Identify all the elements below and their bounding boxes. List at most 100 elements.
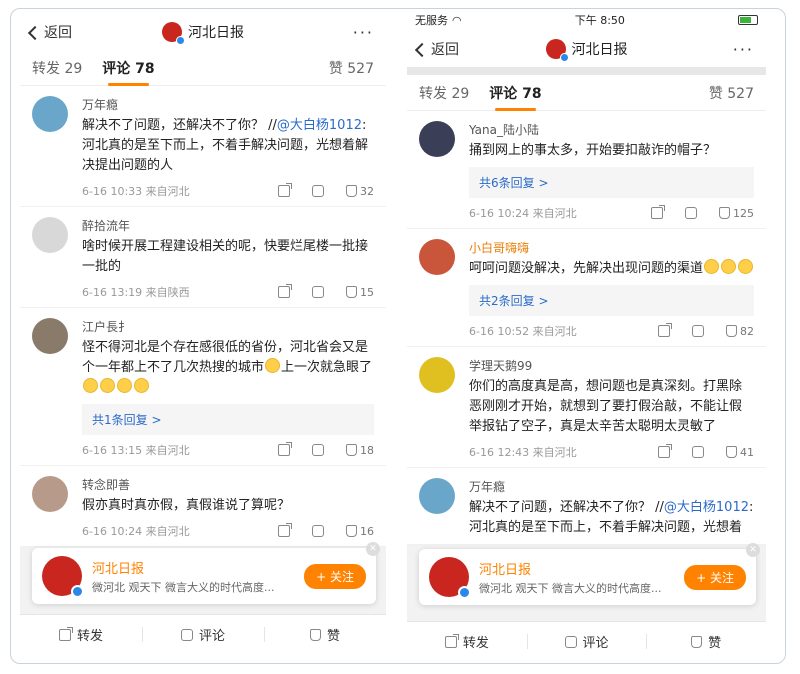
repost-button[interactable]: 转发 bbox=[407, 632, 527, 651]
commenter-name[interactable]: 万年瘾 bbox=[82, 96, 374, 113]
close-icon[interactable]: ✕ bbox=[366, 542, 380, 556]
commenter-name[interactable]: 小白哥嗨嗨 bbox=[469, 239, 754, 256]
follow-button[interactable]: + 关注 bbox=[304, 563, 366, 589]
comment-body: 江户長扌 怪不得河北是个存在感很低的省份，河北省会又是个一年都上不了几次热搜的城市… bbox=[82, 318, 374, 459]
comment-text: 假亦真时真亦假，真假谁说了算呢？ bbox=[82, 498, 291, 513]
avatar[interactable] bbox=[419, 478, 455, 514]
divider bbox=[407, 67, 766, 75]
tab-likes[interactable]: 赞 527 bbox=[329, 58, 374, 78]
like-count-button[interactable]: 125 bbox=[719, 207, 754, 220]
comment-icon[interactable] bbox=[692, 446, 704, 458]
commenter-name[interactable]: 学理天鹅99 bbox=[469, 357, 754, 374]
back-button[interactable]: 返回 bbox=[27, 22, 72, 42]
tab-repost[interactable]: 转发 29 bbox=[32, 58, 82, 78]
comment-text: 解决不了问题，还解决不了你？ //@大白杨1012:河北真的是至下而上，不着手解… bbox=[82, 118, 369, 173]
thumbs-up-icon bbox=[346, 525, 357, 537]
commenter-name[interactable]: 江户長扌 bbox=[82, 318, 374, 335]
like-button[interactable]: 赞 bbox=[264, 625, 386, 644]
like-count-button[interactable]: 32 bbox=[346, 185, 374, 198]
tab-repost[interactable]: 转发 29 bbox=[419, 83, 469, 103]
avatar[interactable] bbox=[32, 476, 68, 512]
promo-description: 微河北 观天下 微言大义的时代高度... bbox=[92, 580, 275, 594]
tab-likes[interactable]: 赞 527 bbox=[709, 83, 754, 103]
replies-link[interactable]: 共6条回复 > bbox=[469, 167, 754, 198]
title-text: 河北日报 bbox=[188, 25, 244, 41]
comment-icon bbox=[564, 635, 577, 648]
promo-account-name: 河北日报 bbox=[479, 562, 532, 578]
comment-button[interactable]: 评论 bbox=[142, 625, 264, 644]
avatar[interactable] bbox=[419, 239, 455, 275]
like-count-button[interactable]: 18 bbox=[346, 444, 374, 457]
share-icon[interactable] bbox=[278, 523, 292, 537]
share-icon[interactable] bbox=[278, 442, 292, 456]
comment-timestamp: 6-16 13:19 来自陕西 bbox=[82, 286, 190, 299]
comment-actions: 125 bbox=[651, 205, 754, 220]
like-count-button[interactable]: 41 bbox=[726, 446, 754, 459]
comment-item: 学理天鹅99 你们的高度真是高，想问题也是真深刻。打黑除恶刚刚才开始，就想到了要打… bbox=[407, 347, 766, 468]
thumbs-up-icon bbox=[309, 628, 321, 641]
comment-icon[interactable] bbox=[692, 325, 704, 337]
repost-label: 转发 bbox=[76, 629, 103, 644]
mention-link[interactable]: @大白杨1012 bbox=[277, 118, 362, 133]
back-label: 返回 bbox=[44, 25, 72, 41]
thumbs-up-icon bbox=[726, 446, 737, 458]
repost-button[interactable]: 转发 bbox=[20, 625, 142, 644]
top-nav-bar: 返回 河北日报 ··· bbox=[407, 31, 766, 67]
comment-timestamp: 6-16 10:33 来自河北 bbox=[82, 185, 190, 198]
like-count: 18 bbox=[360, 443, 374, 457]
verified-icon bbox=[559, 53, 569, 62]
mention-link[interactable]: @大白杨1012 bbox=[664, 500, 749, 515]
bottom-action-bar: 转发 评论 赞 bbox=[407, 621, 766, 661]
promo-logo bbox=[42, 556, 84, 598]
avatar[interactable] bbox=[32, 96, 68, 132]
comment-text: 呵呵问题没解决，先解决出现问题的渠道 bbox=[469, 259, 754, 279]
avatar[interactable] bbox=[419, 121, 455, 157]
like-count-button[interactable]: 16 bbox=[346, 525, 374, 538]
comment-actions: 15 bbox=[278, 284, 374, 299]
share-icon[interactable] bbox=[278, 183, 292, 197]
comment-body: Yana_陆小陆 捅到网上的事太多，开始要扣敲诈的帽子？ 共6条回复 > 6-16 1… bbox=[469, 121, 754, 222]
comment-body: 小白哥嗨嗨呵呵问题没解决，先解决出现问题的渠道共2条回复 > 6-16 10:52… bbox=[469, 239, 754, 340]
commenter-name[interactable]: 转念即善 bbox=[82, 476, 374, 493]
comment-icon[interactable] bbox=[312, 525, 324, 537]
like-count: 32 bbox=[360, 184, 374, 198]
avatar[interactable] bbox=[32, 217, 68, 253]
comment-actions: 41 bbox=[658, 444, 754, 459]
avatar[interactable] bbox=[419, 357, 455, 393]
comment-timestamp: 6-16 13:15 来自河北 bbox=[82, 444, 190, 457]
verified-icon bbox=[176, 36, 185, 45]
like-count-button[interactable]: 82 bbox=[726, 325, 754, 338]
follow-button[interactable]: + 关注 bbox=[684, 564, 746, 590]
comment-meta: 6-16 10:52 来自河北 82 bbox=[469, 322, 754, 340]
comment-actions: 82 bbox=[658, 323, 754, 338]
like-count-button[interactable]: 15 bbox=[346, 286, 374, 299]
comment-button[interactable]: 评论 bbox=[526, 632, 647, 651]
comment-text: 啥时候开展工程建设相关的呢，快要烂尾楼一批接一批的 bbox=[82, 239, 369, 274]
share-icon[interactable] bbox=[651, 205, 665, 219]
comment-icon[interactable] bbox=[685, 207, 697, 219]
commenter-name[interactable]: 醉拾流年 bbox=[82, 217, 374, 234]
comment-item: 小白哥嗨嗨呵呵问题没解决，先解决出现问题的渠道共2条回复 > 6-16 10:52… bbox=[407, 229, 766, 347]
comment-meta: 6-16 10:33 来自河北 32 bbox=[82, 182, 374, 200]
like-button[interactable]: 赞 bbox=[646, 632, 766, 651]
commenter-name[interactable]: 万年瘾 bbox=[469, 478, 754, 495]
share-icon[interactable] bbox=[658, 323, 672, 337]
like-count: 82 bbox=[740, 324, 754, 338]
comment-icon[interactable] bbox=[312, 444, 324, 456]
avatar[interactable] bbox=[32, 318, 68, 354]
replies-link[interactable]: 共1条回复 > bbox=[82, 404, 374, 435]
comment-icon[interactable] bbox=[312, 185, 324, 197]
close-icon[interactable]: ✕ bbox=[746, 543, 760, 557]
comment-icon[interactable] bbox=[312, 286, 324, 298]
share-icon[interactable] bbox=[278, 284, 292, 298]
emoji-icon bbox=[117, 378, 132, 393]
commenter-name[interactable]: Yana_陆小陆 bbox=[469, 121, 754, 138]
replies-link[interactable]: 共2条回复 > bbox=[469, 285, 754, 316]
more-icon[interactable]: ··· bbox=[733, 40, 754, 59]
share-icon[interactable] bbox=[658, 444, 672, 458]
follow-promo-card: 河北日报 微河北 观天下 微言大义的时代高度... + 关注 ✕ bbox=[419, 543, 760, 605]
back-button[interactable]: 返回 bbox=[414, 39, 459, 59]
more-icon[interactable]: ··· bbox=[353, 23, 374, 42]
tab-comment[interactable]: 评论 78 bbox=[102, 58, 155, 86]
tab-comment[interactable]: 评论 78 bbox=[489, 83, 542, 111]
